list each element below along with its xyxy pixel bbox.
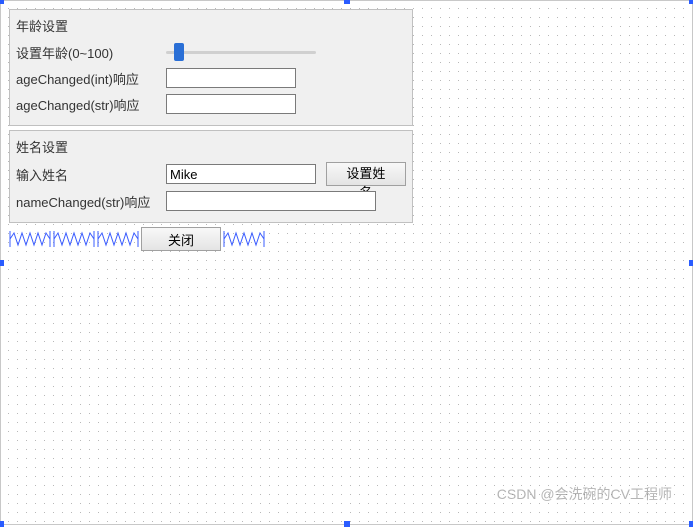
age-str-label: ageChanged(str)响应 xyxy=(16,95,166,114)
name-input-field[interactable] xyxy=(166,164,316,184)
resize-handle-e[interactable] xyxy=(689,260,693,266)
age-groupbox: 年龄设置 设置年龄(0~100) ageChanged(int)响应 ageCh… xyxy=(9,9,413,126)
name-str-label: nameChanged(str)响应 xyxy=(16,192,166,211)
resize-handle-sw[interactable] xyxy=(0,521,4,527)
name-groupbox: 姓名设置 输入姓名 设置姓名 nameChanged(str)响应 xyxy=(9,130,413,223)
bottom-button-row: 关闭 xyxy=(9,227,684,251)
horizontal-spacer-icon xyxy=(223,230,265,248)
age-group-title: 年龄设置 xyxy=(16,16,406,35)
close-button[interactable]: 关闭 xyxy=(141,227,221,251)
resize-handle-se[interactable] xyxy=(689,521,693,527)
horizontal-spacer-icon xyxy=(97,230,139,248)
horizontal-spacer-icon xyxy=(9,230,51,248)
resize-handle-n[interactable] xyxy=(344,0,350,4)
set-name-button[interactable]: 设置姓名 xyxy=(326,162,406,186)
age-slider-label: 设置年龄(0~100) xyxy=(16,43,166,62)
resize-handle-s[interactable] xyxy=(344,521,350,527)
resize-handle-nw[interactable] xyxy=(0,0,4,4)
horizontal-spacer-icon xyxy=(53,230,95,248)
watermark-text: CSDN @会洗碗的CV工程师 xyxy=(497,484,672,504)
resize-handle-ne[interactable] xyxy=(689,0,693,4)
age-int-field[interactable] xyxy=(166,68,296,88)
name-str-field[interactable] xyxy=(166,191,376,211)
age-int-label: ageChanged(int)响应 xyxy=(16,69,166,88)
name-input-label: 输入姓名 xyxy=(16,165,166,184)
name-group-title: 姓名设置 xyxy=(16,137,406,156)
form-designer-canvas[interactable]: 年龄设置 设置年龄(0~100) ageChanged(int)响应 ageCh… xyxy=(0,0,693,525)
age-slider[interactable] xyxy=(166,42,316,62)
resize-handle-w[interactable] xyxy=(0,260,4,266)
age-str-field[interactable] xyxy=(166,94,296,114)
age-slider-thumb[interactable] xyxy=(174,43,184,61)
